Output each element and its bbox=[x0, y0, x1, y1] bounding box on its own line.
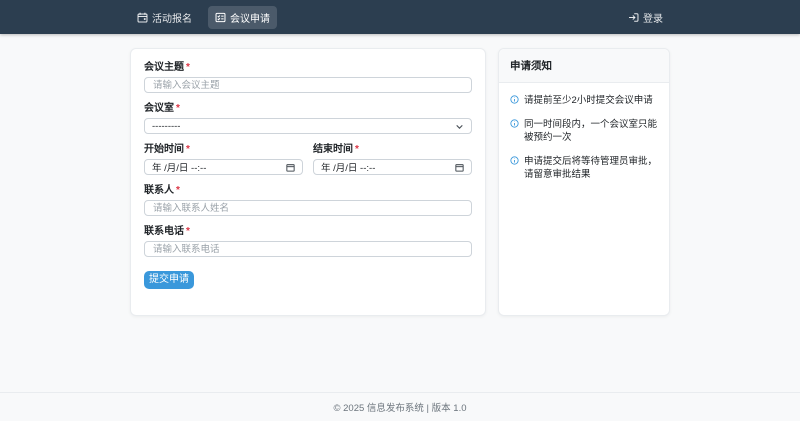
start-time-label: 开始时间 * bbox=[144, 144, 190, 155]
room-label: 会议室 * bbox=[144, 103, 180, 114]
contact-name-input[interactable] bbox=[144, 200, 472, 216]
room-select-value: --------- bbox=[152, 120, 181, 132]
application-notice-card: 申请须知 请提前至少2小时提交会议申请 同一时间段内，一个会议室只能被预约一次 … bbox=[498, 48, 670, 316]
nav-item-label: 会议申请 bbox=[230, 13, 270, 25]
meeting-request-form-card: 会议主题* 会议室* --------- bbox=[130, 48, 486, 316]
notice-item-text: 请提前至少2小时提交会议申请 bbox=[524, 95, 653, 106]
required-asterisk: * bbox=[176, 103, 180, 114]
login-link[interactable]: 登录 bbox=[621, 6, 670, 29]
end-time-value: 年 /月/日 --:-- bbox=[321, 163, 376, 174]
nav-left-group: 活动报名 会议申请 bbox=[130, 5, 277, 29]
info-circle-icon bbox=[510, 95, 519, 104]
submit-application-button[interactable]: 提交申请 bbox=[144, 271, 194, 289]
notice-item: 申请提交后将等待管理员审批，请留意审批结果 bbox=[510, 155, 658, 181]
login-arrow-icon bbox=[628, 12, 639, 23]
contact-name-label: 联系人 * bbox=[144, 185, 180, 196]
subject-input[interactable] bbox=[144, 77, 472, 93]
contact-phone-input[interactable] bbox=[144, 241, 472, 257]
login-label: 登录 bbox=[643, 13, 663, 25]
notice-item-text: 申请提交后将等待管理员审批，请留意审批结果 bbox=[524, 156, 658, 180]
notice-list: 请提前至少2小时提交会议申请 同一时间段内，一个会议室只能被预约一次 申请提交后… bbox=[499, 83, 669, 315]
subject-label: 会议主题 * bbox=[144, 62, 190, 73]
calendar-icon bbox=[286, 163, 295, 172]
required-asterisk: * bbox=[186, 62, 190, 73]
nav-item-label: 活动报名 bbox=[152, 13, 192, 25]
end-time-label: 结束时间 * bbox=[313, 144, 359, 155]
info-circle-icon bbox=[510, 156, 519, 165]
page-footer: © 2025 信息发布系统 | 版本 1.0 bbox=[0, 392, 800, 421]
info-circle-icon bbox=[510, 119, 519, 128]
nav-item-activity-signup[interactable]: 活动报名 bbox=[130, 6, 199, 29]
nav-item-meeting-request[interactable]: 会议申请 bbox=[208, 5, 277, 29]
notice-item: 同一时间段内，一个会议室只能被预约一次 bbox=[510, 118, 658, 144]
room-select[interactable]: --------- bbox=[144, 118, 472, 134]
start-time-value: 年 /月/日 --:-- bbox=[152, 163, 207, 174]
top-navbar: 活动报名 会议申请 登录 bbox=[0, 0, 800, 34]
calendar-icon bbox=[455, 163, 464, 172]
end-time-input[interactable]: 年 /月/日 --:-- bbox=[313, 159, 472, 175]
notice-item-text: 同一时间段内，一个会议室只能被预约一次 bbox=[524, 119, 658, 143]
required-asterisk: * bbox=[355, 144, 359, 155]
notice-title: 申请须知 bbox=[499, 49, 669, 83]
footer-text: © 2025 信息发布系统 | 版本 1.0 bbox=[333, 403, 467, 414]
chevron-down-icon bbox=[455, 122, 464, 131]
required-asterisk: * bbox=[186, 144, 190, 155]
notice-item: 请提前至少2小时提交会议申请 bbox=[510, 94, 658, 107]
main-area: 会议主题* 会议室* --------- bbox=[0, 34, 800, 392]
calendar-event-icon bbox=[137, 12, 148, 23]
start-time-input[interactable]: 年 /月/日 --:-- bbox=[144, 159, 303, 175]
required-asterisk: * bbox=[176, 185, 180, 196]
contact-phone-label: 联系电话 * bbox=[144, 226, 190, 237]
card-checklist-icon bbox=[215, 12, 226, 23]
required-asterisk: * bbox=[186, 226, 190, 237]
